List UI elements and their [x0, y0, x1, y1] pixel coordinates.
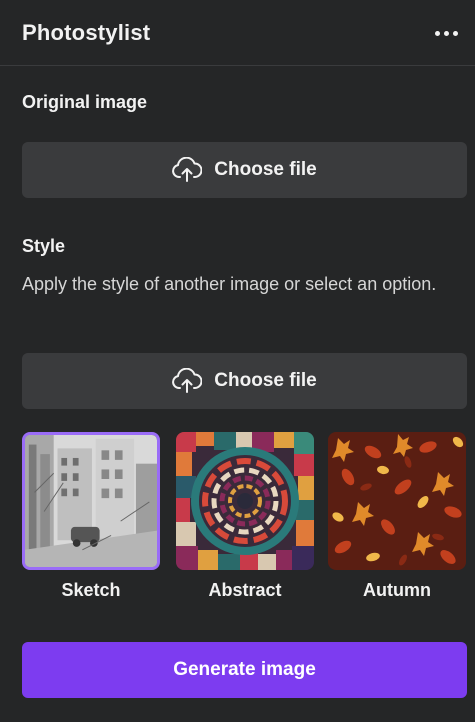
cloud-upload-icon — [172, 157, 203, 182]
generate-image-label: Generate image — [173, 659, 316, 680]
style-option-sketch[interactable] — [22, 432, 160, 570]
style-option-abstract-label: Abstract — [208, 580, 282, 600]
autumn-thumbnail-image — [328, 432, 466, 570]
cloud-upload-icon — [172, 368, 203, 393]
choose-file-label: Choose file — [214, 159, 317, 180]
panel-header: Photostylist — [0, 0, 475, 66]
original-image-choose-file-button[interactable]: Choose file — [22, 142, 467, 198]
style-option-autumn[interactable] — [328, 432, 466, 570]
style-choose-file-button[interactable]: Choose file — [22, 353, 467, 409]
style-description: Apply the style of another image or sele… — [22, 274, 437, 294]
more-options-button[interactable] — [431, 18, 461, 48]
style-option-abstract[interactable] — [176, 432, 314, 570]
style-option-autumn-label: Autumn — [363, 580, 431, 600]
app-title: Photostylist — [22, 20, 151, 45]
more-dot — [443, 30, 449, 36]
style-option-sketch-label: Sketch — [61, 580, 121, 600]
more-horizontal-icon — [434, 30, 440, 36]
sketch-thumbnail-image — [25, 435, 157, 567]
more-dot — [452, 30, 458, 36]
abstract-thumbnail-image — [176, 432, 314, 570]
generate-image-button[interactable]: Generate image — [22, 642, 467, 698]
style-label: Style — [22, 236, 66, 256]
original-image-label: Original image — [22, 92, 148, 112]
choose-file-label: Choose file — [214, 370, 317, 391]
